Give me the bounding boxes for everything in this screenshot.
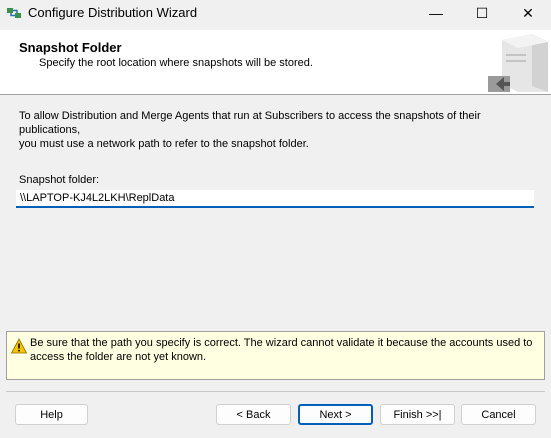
- page-title: Snapshot Folder: [19, 40, 122, 55]
- intro-line-2: you must use a network path to refer to …: [19, 138, 309, 150]
- minimize-button[interactable]: —: [413, 0, 459, 26]
- server-illustration-icon: [488, 34, 548, 92]
- maximize-button[interactable]: ☐: [459, 0, 505, 26]
- next-button[interactable]: Next >: [298, 404, 373, 425]
- intro-text: To allow Distribution and Merge Agents t…: [19, 109, 539, 151]
- minimize-icon: —: [429, 5, 443, 21]
- wizard-app-icon: [7, 8, 21, 18]
- warning-line-1: Be sure that the path you specify is cor…: [30, 337, 533, 349]
- help-button[interactable]: Help: [15, 404, 88, 425]
- cancel-button[interactable]: Cancel: [461, 404, 536, 425]
- warning-line-2: access the folder are not yet known.: [30, 351, 207, 363]
- snapshot-folder-label: Snapshot folder:: [19, 174, 100, 186]
- back-button[interactable]: < Back: [216, 404, 291, 425]
- warning-panel: Be sure that the path you specify is cor…: [6, 331, 545, 380]
- snapshot-folder-input[interactable]: [16, 190, 534, 208]
- intro-line-1: To allow Distribution and Merge Agents t…: [19, 110, 481, 136]
- window-title: Configure Distribution Wizard: [28, 5, 198, 20]
- title-bar: Configure Distribution Wizard — ☐ ✕: [0, 0, 551, 26]
- warning-message: Be sure that the path you specify is cor…: [30, 336, 535, 364]
- close-icon: ✕: [522, 4, 534, 21]
- page-subtitle: Specify the root location where snapshot…: [39, 57, 313, 69]
- close-button[interactable]: ✕: [505, 0, 551, 26]
- wizard-header: Snapshot Folder Specify the root locatio…: [0, 30, 551, 95]
- finish-button[interactable]: Finish >>|: [380, 404, 455, 425]
- footer-divider: [6, 391, 545, 392]
- maximize-icon: ☐: [475, 4, 489, 21]
- warning-icon: [11, 338, 27, 354]
